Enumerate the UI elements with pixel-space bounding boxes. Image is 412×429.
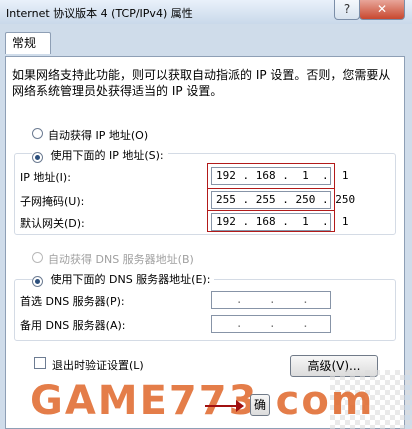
ok-button[interactable]: 确 xyxy=(250,394,270,416)
dns-manual-label: 使用下面的 DNS 服务器地址(E): xyxy=(50,273,211,286)
window-title: Internet 协议版本 4 (TCP/IPv4) 属性 xyxy=(6,7,193,20)
dns-manual-radio[interactable] xyxy=(32,275,43,287)
ip-address-label: IP 地址(I): xyxy=(20,171,71,184)
dns-auto-label: 自动获得 DNS 服务器地址(B) xyxy=(48,253,194,266)
arrow-line xyxy=(205,405,239,407)
ip-address-highlight xyxy=(207,163,335,189)
description-text: 如果网络支持此功能，则可以获取自动指派的 IP 设置。否则，您需要从网络系统管理… xyxy=(12,68,391,98)
ip-manual-label: 使用下面的 IP 地址(S): xyxy=(50,149,164,162)
close-button[interactable]: ✕ xyxy=(359,0,405,20)
validate-checkbox[interactable] xyxy=(34,357,46,369)
dns-manual-option[interactable]: 使用下面的 DNS 服务器地址(E): xyxy=(32,271,215,287)
help-button[interactable]: ? xyxy=(334,0,360,20)
arrow-icon xyxy=(236,400,244,412)
tab-general[interactable]: 常规 xyxy=(5,32,51,54)
watermark-logo: GAME773.com xyxy=(30,378,375,424)
gateway-highlight xyxy=(207,210,335,232)
subnet-highlight xyxy=(207,188,335,211)
subnet-label: 子网掩码(U): xyxy=(20,195,85,208)
dns-auto-radio[interactable] xyxy=(32,252,43,263)
ip-auto-label: 自动获得 IP 地址(O) xyxy=(48,129,149,142)
title-bar: Internet 协议版本 4 (TCP/IPv4) 属性 ? ✕ xyxy=(0,0,412,24)
ip-auto-radio[interactable] xyxy=(32,128,43,139)
dns-preferred-label: 首选 DNS 服务器(P): xyxy=(20,295,125,308)
dns-alternate-input[interactable]: . . . xyxy=(211,315,331,333)
ip-manual-option[interactable]: 使用下面的 IP 地址(S): xyxy=(32,147,168,163)
ip-manual-radio[interactable] xyxy=(32,151,43,163)
tab-strip: 常规 xyxy=(0,24,412,56)
gateway-label: 默认网关(D): xyxy=(20,217,85,230)
dns-preferred-input[interactable]: . . . xyxy=(211,291,331,309)
dns-alternate-label: 备用 DNS 服务器(A): xyxy=(20,319,126,332)
validate-label: 退出时验证设置(L) xyxy=(52,359,144,372)
